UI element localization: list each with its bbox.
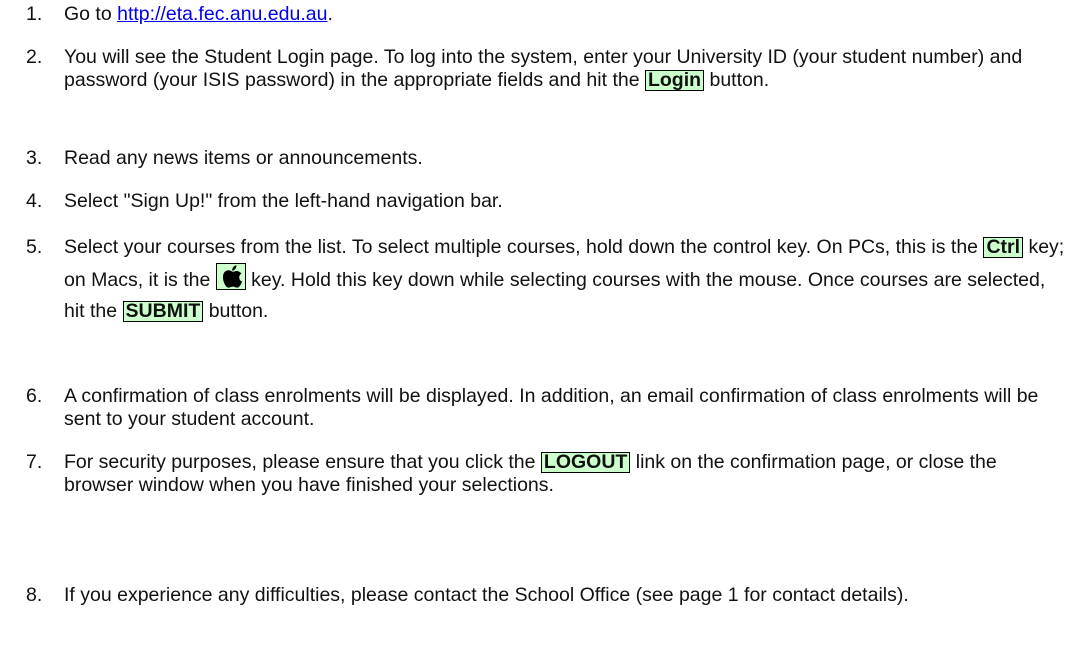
step-text-part: For security purposes, please ensure tha… [64, 451, 541, 473]
step-5: 5. Select your courses from the list. To… [26, 232, 1068, 327]
step-text-part: Go to [64, 3, 118, 25]
apple-command-key-icon [215, 263, 246, 290]
step-number: 7. [26, 451, 43, 473]
step-text-part: You will see the Student Login page. To … [64, 46, 1023, 91]
step-text: Read any news items or announcements. [64, 147, 423, 169]
step-number: 3. [26, 147, 43, 169]
step-7: 7. For security purposes, please ensure … [26, 451, 1068, 497]
step-2: 2. You will see the Student Login page. … [26, 46, 1068, 92]
step-3: 3. Read any news items or announcements. [26, 147, 1068, 170]
step-number: 5. [26, 236, 43, 258]
step-text: Go to http://eta.fec.anu.edu.au. [64, 3, 1068, 26]
step-number: 4. [26, 190, 43, 212]
eta-url-link[interactable]: http://eta.fec.anu.edu.au [117, 3, 327, 25]
step-number: 2. [26, 46, 43, 68]
step-text: For security purposes, please ensure tha… [64, 451, 1068, 497]
step-text: Select your courses from the list. To se… [64, 232, 1068, 327]
step-6: 6. A confirmation of class enrolments wi… [26, 385, 1068, 431]
step-text: You will see the Student Login page. To … [64, 46, 1068, 92]
step-text-part: Select your courses from the list. To se… [64, 236, 984, 258]
step-text: Select "Sign Up!" from the left-hand nav… [64, 190, 503, 212]
step-1: 1. Go to http://eta.fec.anu.edu.au. [26, 3, 1068, 26]
step-8: 8. If you experience any difficulties, p… [26, 584, 1068, 607]
step-text-part: button. [704, 69, 770, 91]
ctrl-key-label: Ctrl [983, 237, 1024, 258]
step-number: 6. [26, 385, 43, 407]
document-page: 1. Go to http://eta.fec.anu.edu.au. 2. Y… [0, 0, 1078, 656]
submit-button-label: SUBMIT [122, 301, 204, 322]
step-number: 8. [26, 584, 43, 606]
step-text-part: . [327, 3, 333, 25]
logout-link-label: LOGOUT [540, 452, 631, 473]
step-text: If you experience any difficulties, plea… [64, 584, 909, 606]
login-button-label: Login [644, 70, 705, 91]
step-4: 4. Select "Sign Up!" from the left-hand … [26, 190, 1068, 213]
step-text-part: button. [203, 300, 269, 322]
step-number: 1. [26, 3, 43, 25]
step-text: A confirmation of class enrolments will … [64, 385, 1039, 430]
